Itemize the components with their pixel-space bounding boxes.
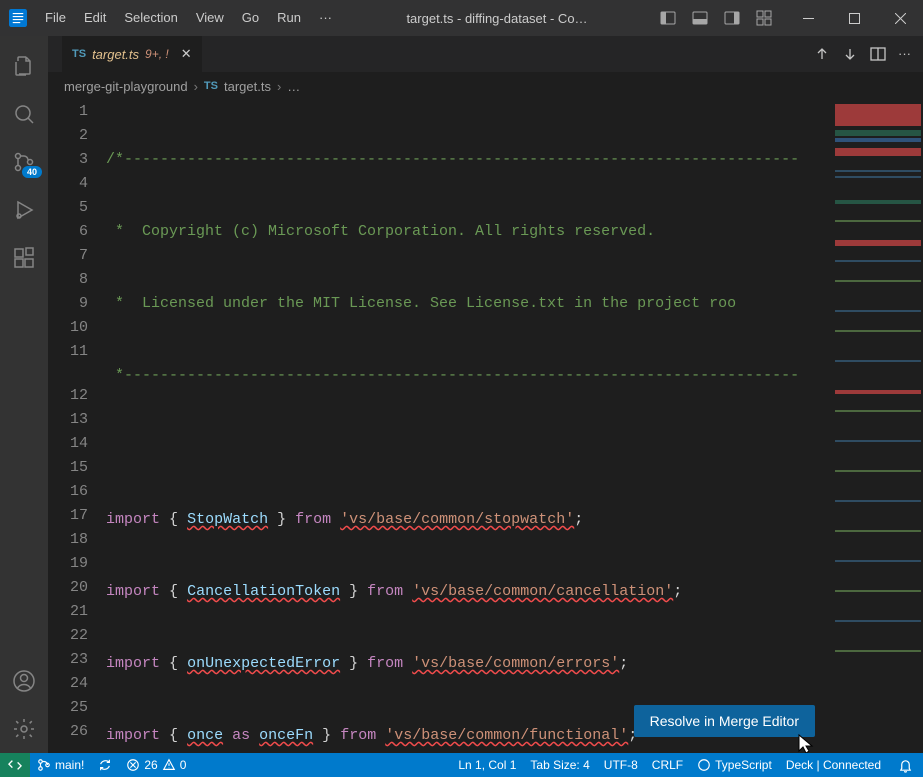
- layout-controls: [653, 0, 785, 36]
- accounts-icon[interactable]: [0, 657, 48, 705]
- branch-indicator[interactable]: main!: [30, 753, 91, 777]
- editor-area: TS target.ts 9+, ! ✕ ··· merge-git-playg…: [48, 36, 923, 753]
- scm-badge: 40: [22, 166, 42, 178]
- minimap[interactable]: [833, 100, 923, 753]
- explorer-icon[interactable]: [0, 42, 48, 90]
- window-controls: [785, 0, 923, 36]
- toggle-panel-icon[interactable]: [685, 0, 715, 36]
- tab-label: target.ts: [92, 47, 139, 62]
- typescript-icon: TS: [204, 80, 218, 92]
- menu-run[interactable]: Run: [268, 0, 310, 36]
- menu-edit[interactable]: Edit: [75, 0, 115, 36]
- app-icon: [0, 0, 36, 36]
- split-editor-icon[interactable]: [870, 46, 886, 62]
- close-button[interactable]: [877, 0, 923, 36]
- breadcrumb-tail[interactable]: …: [287, 79, 300, 94]
- typescript-icon: TS: [72, 48, 86, 60]
- tabs-bar: TS target.ts 9+, ! ✕ ···: [48, 36, 923, 72]
- deck-status[interactable]: Deck | Connected: [779, 753, 888, 777]
- menu-selection[interactable]: Selection: [115, 0, 186, 36]
- chevron-right-icon: ›: [277, 79, 281, 94]
- sync-indicator[interactable]: [91, 753, 119, 777]
- resolve-in-merge-editor-button[interactable]: Resolve in Merge Editor: [634, 705, 815, 737]
- toggle-primary-sidebar-icon[interactable]: [653, 0, 683, 36]
- menu-file[interactable]: File: [36, 0, 75, 36]
- menu-view[interactable]: View: [187, 0, 233, 36]
- tab-target-ts[interactable]: TS target.ts 9+, ! ✕: [62, 36, 203, 72]
- problems-indicator[interactable]: 26 0: [119, 753, 193, 777]
- window-title: target.ts - diffing-dataset - Co…: [341, 11, 653, 26]
- toggle-secondary-sidebar-icon[interactable]: [717, 0, 747, 36]
- remote-indicator[interactable]: [0, 753, 30, 777]
- menu-bar: File Edit Selection View Go Run ···: [36, 0, 341, 36]
- language-mode[interactable]: TypeScript: [690, 753, 779, 777]
- next-change-icon[interactable]: [842, 46, 858, 62]
- breadcrumb-folder[interactable]: merge-git-playground: [64, 79, 188, 94]
- maximize-button[interactable]: [831, 0, 877, 36]
- chevron-right-icon: ›: [194, 79, 198, 94]
- editor-content[interactable]: 1 2 3 4 5 6 7 8 9 10 11 12 13 14 15 16 1…: [48, 100, 923, 753]
- menu-overflow[interactable]: ···: [310, 0, 341, 36]
- tab-git-status: 9+, !: [145, 47, 169, 61]
- notifications-icon[interactable]: [888, 753, 923, 777]
- previous-change-icon[interactable]: [814, 46, 830, 62]
- cursor-position[interactable]: Ln 1, Col 1: [451, 753, 523, 777]
- code-body[interactable]: /*--------------------------------------…: [106, 100, 833, 753]
- activity-bar: 40: [0, 36, 48, 753]
- breadcrumbs[interactable]: merge-git-playground › TS target.ts › …: [48, 72, 923, 100]
- eol-indicator[interactable]: CRLF: [645, 753, 690, 777]
- extensions-icon[interactable]: [0, 234, 48, 282]
- minimize-button[interactable]: [785, 0, 831, 36]
- status-bar: main! 26 0 Ln 1, Col 1 Tab Size: 4 UTF-8…: [0, 753, 923, 777]
- settings-gear-icon[interactable]: [0, 705, 48, 753]
- title-bar: File Edit Selection View Go Run ··· targ…: [0, 0, 923, 36]
- line-number-gutter: 1 2 3 4 5 6 7 8 9 10 11 12 13 14 15 16 1…: [48, 100, 106, 753]
- tab-close-icon[interactable]: ✕: [181, 46, 192, 62]
- breadcrumb-file[interactable]: target.ts: [224, 79, 271, 94]
- indentation-indicator[interactable]: Tab Size: 4: [523, 753, 596, 777]
- source-control-icon[interactable]: 40: [0, 138, 48, 186]
- customize-layout-icon[interactable]: [749, 0, 779, 36]
- encoding-indicator[interactable]: UTF-8: [597, 753, 645, 777]
- more-actions-icon[interactable]: ···: [898, 46, 911, 62]
- search-icon[interactable]: [0, 90, 48, 138]
- menu-go[interactable]: Go: [233, 0, 268, 36]
- run-debug-icon[interactable]: [0, 186, 48, 234]
